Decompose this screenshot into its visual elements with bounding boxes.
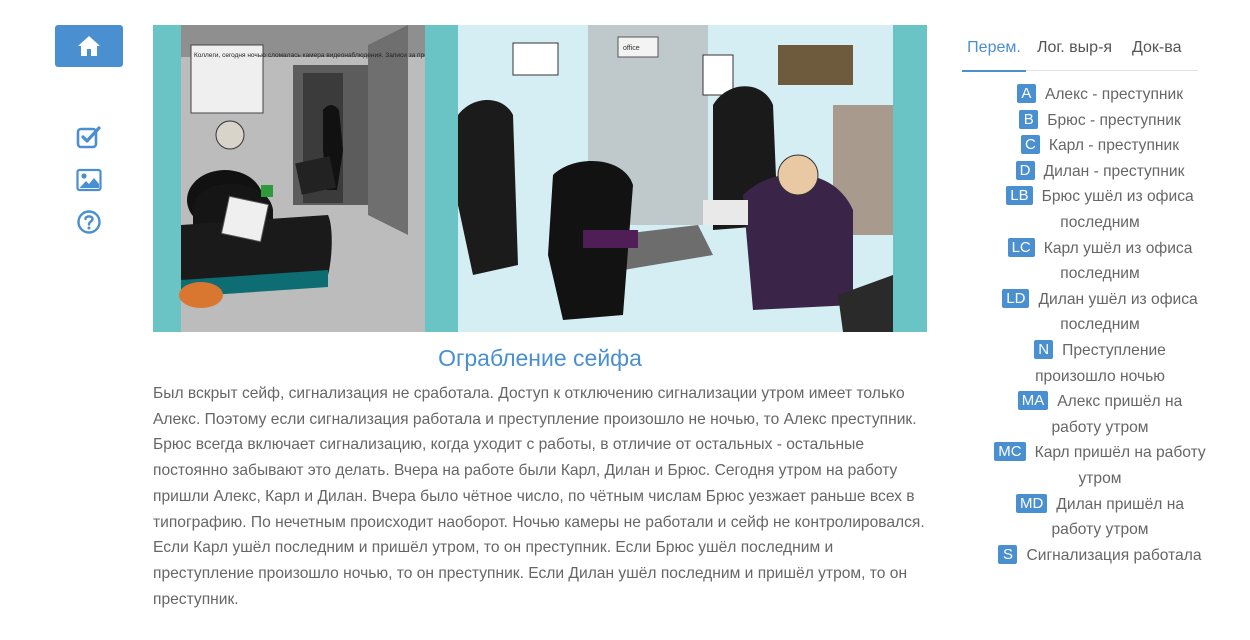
variable-item[interactable]: LB Брюс ушёл из офиса последним [965, 184, 1235, 235]
variable-badge: LC [1007, 237, 1035, 257]
variable-label: Дилан - преступник [1043, 162, 1185, 180]
variable-label-cont: последним [1060, 316, 1140, 334]
story-illustration: Коллеги, сегодня ночью сломалась камера … [153, 25, 927, 332]
variable-item[interactable]: B Брюс - преступник [965, 108, 1235, 134]
variable-label-cont: утром [1078, 469, 1122, 487]
variable-badge: N [1034, 339, 1054, 359]
tab-proofs[interactable]: Док-ва [1132, 36, 1181, 70]
variable-label: Карл пришёл на работу [1034, 444, 1206, 462]
variable-label: Дилан ушёл из офиса [1038, 290, 1198, 308]
variable-badge: C [1020, 135, 1040, 155]
story-title: Ограбление сейфа [438, 345, 642, 371]
story-text: Был вскрыт сейф, сигнализация не сработа… [153, 385, 925, 608]
variable-label: Сигнализация работала [1026, 546, 1202, 564]
variable-label-cont: произошло ночью [1035, 367, 1165, 385]
check-square-icon[interactable] [76, 124, 102, 150]
variable-label: Брюс ушёл из офиса [1041, 188, 1194, 206]
variable-label-cont: последним [1060, 213, 1140, 231]
tab-bar: Перем. Лог. выр-я Док-ва [962, 36, 1198, 72]
variable-label-cont: последним [1060, 265, 1140, 283]
variable-label: Брюс - преступник [1047, 111, 1181, 129]
variable-badge: MA [1017, 391, 1049, 411]
variables-list: A Алекс - преступник B Брюс - преступник C… [965, 82, 1235, 568]
variable-label-cont: работу утром [1051, 521, 1149, 539]
tab-logical-expressions[interactable]: Лог. выр-я [1037, 36, 1112, 70]
variable-badge: A [1016, 84, 1036, 103]
home-icon [78, 36, 100, 56]
variable-label: Карл ушёл из офиса [1043, 239, 1193, 257]
variable-item[interactable]: N Преступление произошло ночью [965, 338, 1235, 389]
variable-label: Алекс пришёл на [1057, 393, 1183, 411]
variable-item[interactable]: D Дилан - преступник [965, 159, 1235, 185]
variable-item[interactable]: C Карл - преступник [965, 133, 1235, 159]
variable-item[interactable]: MC Карл пришёл на работу утром [965, 440, 1235, 491]
variable-label: Дилан пришёл на [1056, 495, 1185, 513]
variable-badge: LB [1006, 186, 1033, 206]
office-sign: office [623, 45, 640, 52]
tab-variables[interactable]: Перем. [962, 36, 1026, 72]
variable-badge: MD [1015, 493, 1048, 513]
variable-item[interactable]: MA Алекс пришёл на работу утром [965, 389, 1235, 440]
variable-badge: D [1015, 160, 1035, 180]
variable-label-cont: работу утром [1051, 418, 1149, 436]
variable-badge: S [998, 544, 1018, 564]
image-icon[interactable] [76, 167, 102, 193]
variable-item[interactable]: MD Дилан пришёл на работу утром [965, 492, 1235, 543]
variable-item[interactable]: A Алекс - преступник [965, 82, 1235, 108]
variable-label: Карл - преступник [1048, 137, 1180, 155]
variable-badge: LD [1002, 288, 1030, 308]
variable-label: Преступление [1062, 341, 1166, 359]
home-button[interactable] [55, 25, 123, 67]
variable-item[interactable]: LC Карл ушёл из офиса последним [965, 236, 1235, 287]
variable-item[interactable]: S Сигнализация работала [965, 543, 1235, 569]
variable-badge: B [1019, 109, 1039, 129]
variable-item[interactable]: LD Дилан ушёл из офиса последним [965, 287, 1235, 338]
variable-badge: MC [994, 442, 1026, 462]
question-circle-icon[interactable] [76, 209, 102, 235]
variable-label: Алекс - преступник [1044, 86, 1184, 103]
